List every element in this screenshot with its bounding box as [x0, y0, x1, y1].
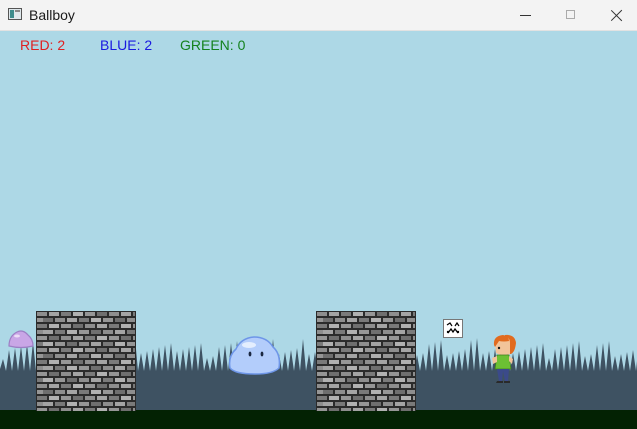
ballboy-player: [492, 334, 516, 383]
window-app-icon: [8, 8, 22, 20]
score-red: RED: 2: [20, 37, 66, 53]
window-title: Ballboy: [29, 7, 75, 23]
title-bar[interactable]: Ballboy: [0, 0, 637, 31]
maximize-button[interactable]: [548, 0, 594, 31]
minimize-button[interactable]: [502, 0, 548, 31]
game-canvas[interactable]: RED: 2 BLUE: 2 GREEN: 0: [0, 31, 637, 429]
ground: [0, 410, 637, 429]
broken-image-icon: [443, 319, 463, 338]
brick-wall: [316, 311, 416, 411]
close-button[interactable]: [594, 0, 637, 31]
minimize-icon: [520, 15, 531, 16]
close-icon: [610, 7, 624, 23]
slime-big-enemy: [228, 336, 281, 375]
brick-wall: [36, 311, 136, 411]
score-green: GREEN: 0: [180, 37, 246, 53]
maximize-icon: [566, 10, 575, 19]
score-blue: BLUE: 2: [100, 37, 153, 53]
slime-small-enemy: [8, 330, 34, 349]
